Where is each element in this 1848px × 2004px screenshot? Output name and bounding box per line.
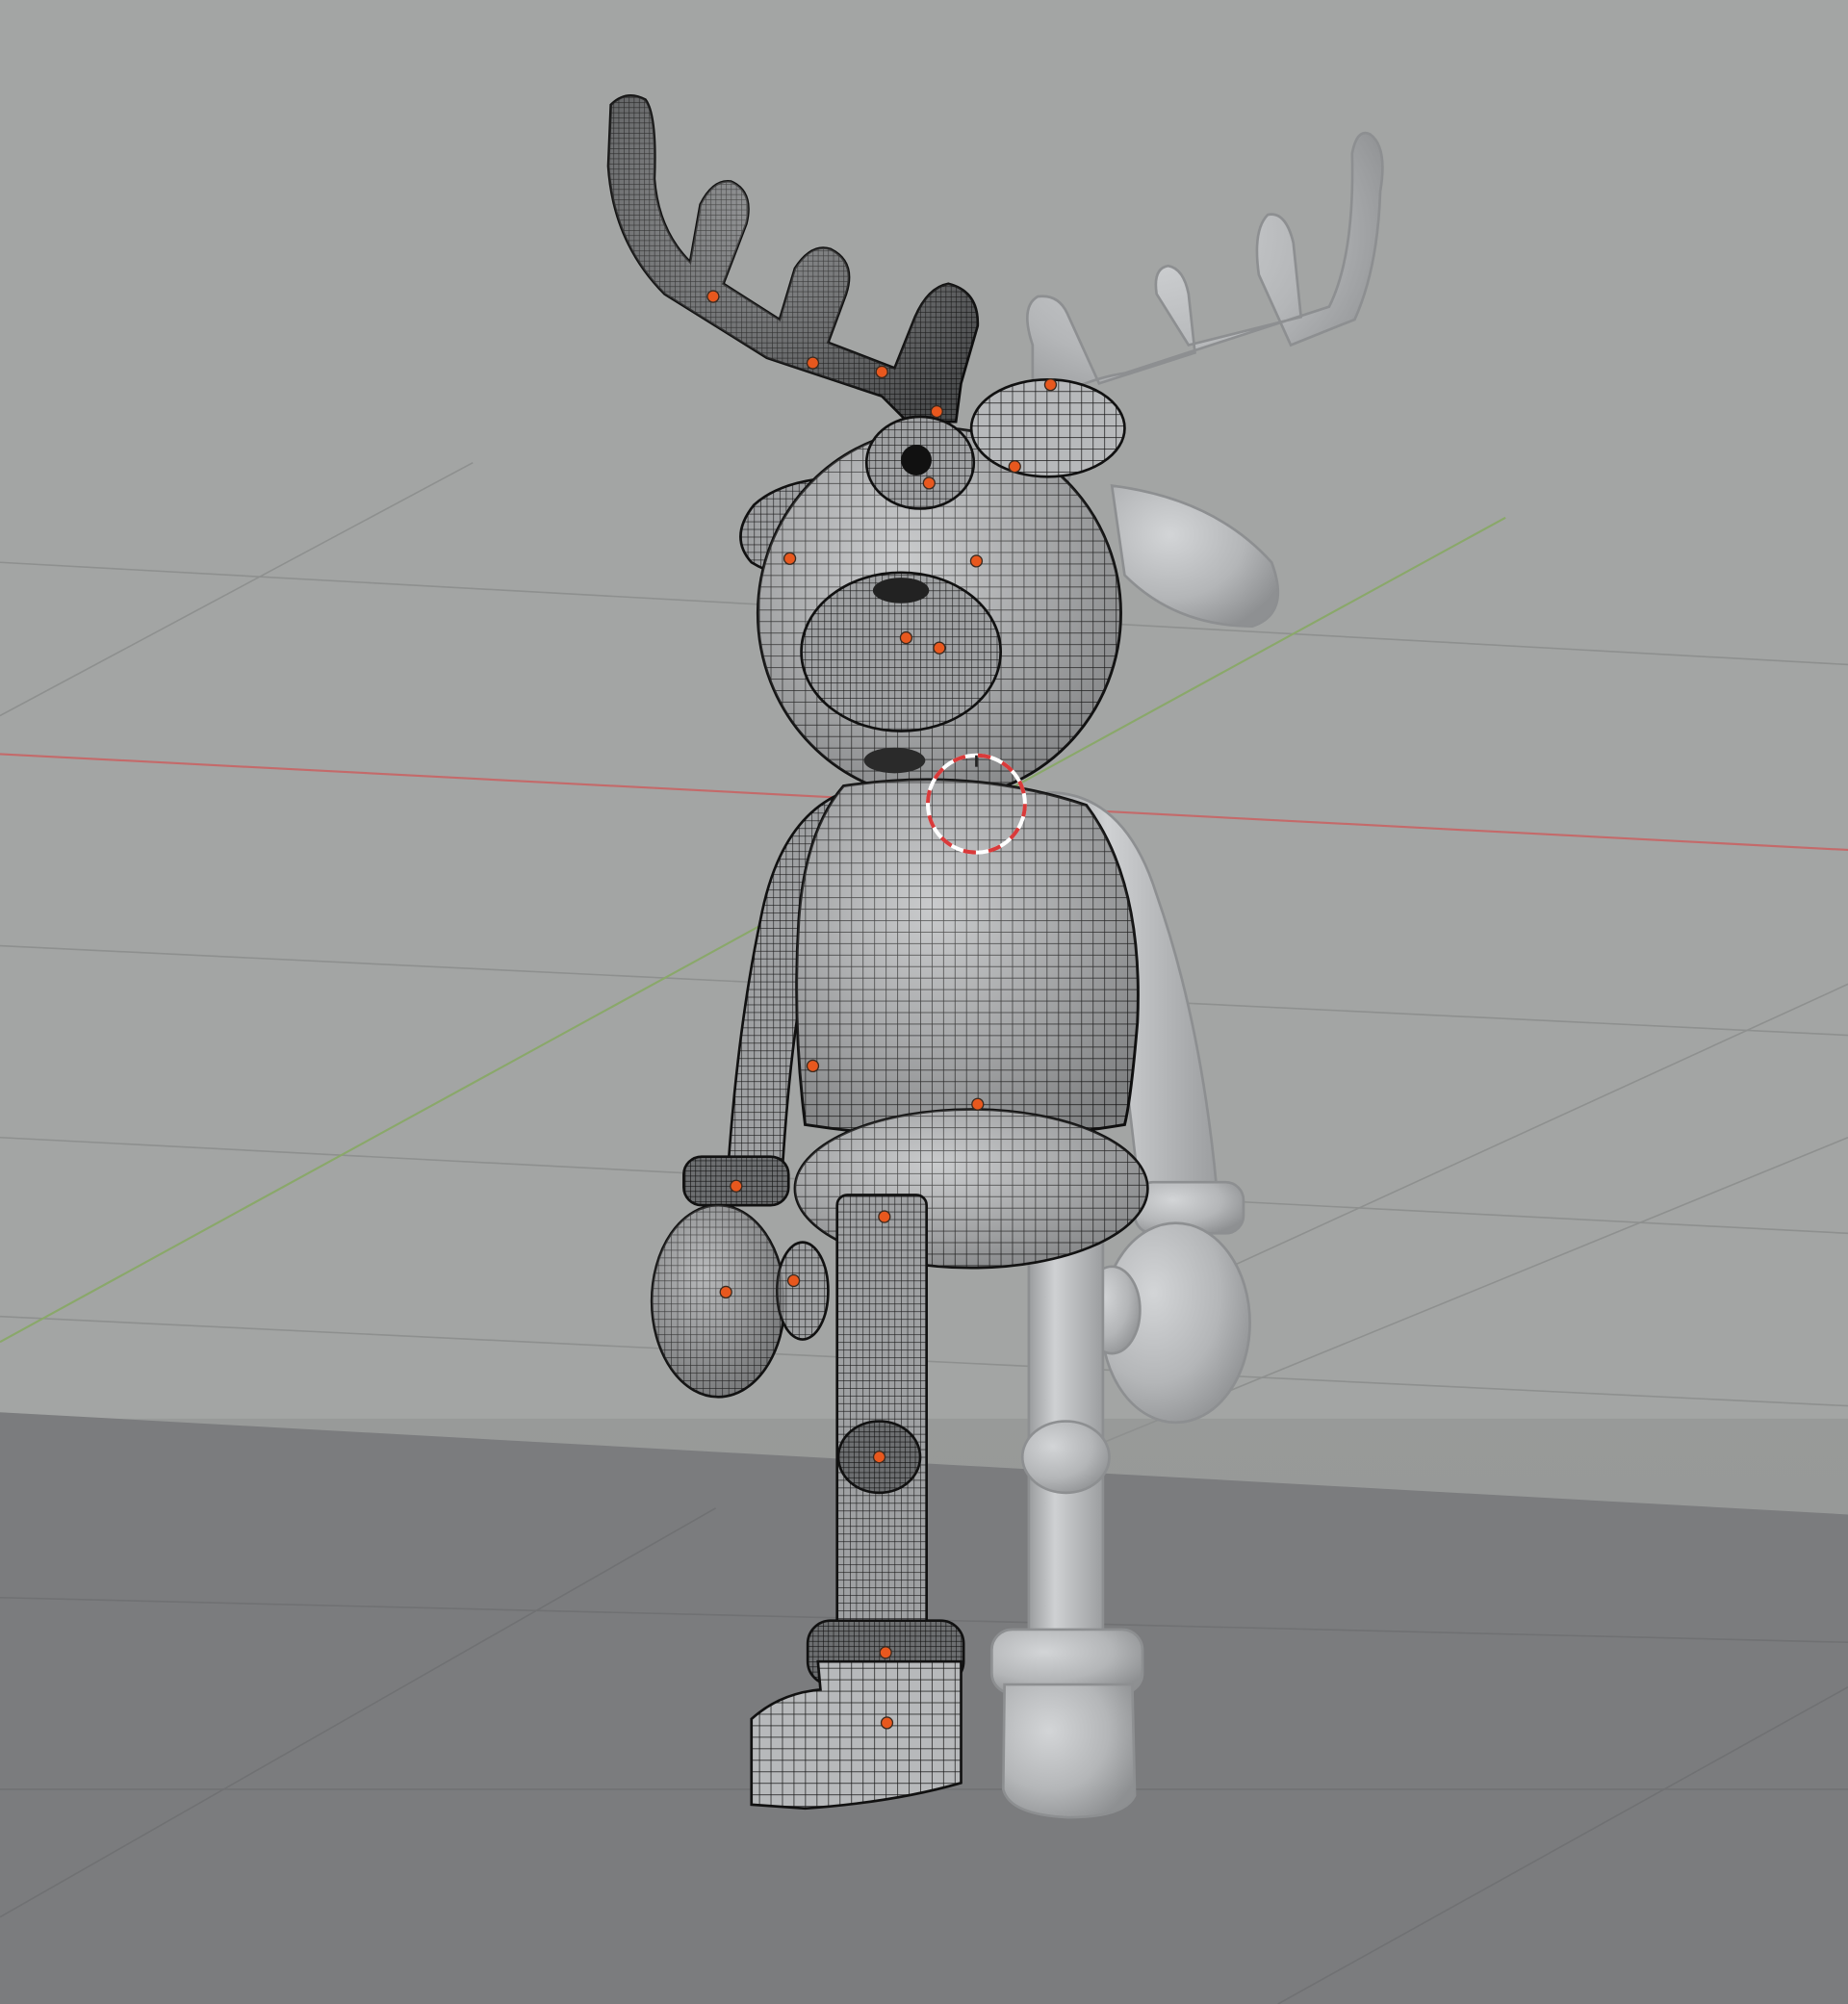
origin-point[interactable]	[971, 1097, 985, 1111]
nose-pole	[872, 578, 930, 604]
boot-right-solid[interactable]	[1001, 1683, 1137, 1819]
pupil-left	[901, 445, 932, 475]
origin-point[interactable]	[1043, 378, 1058, 392]
origin-point[interactable]	[875, 365, 888, 379]
origin-point[interactable]	[879, 1646, 892, 1659]
origin-point[interactable]	[933, 641, 946, 655]
head-top-wire[interactable]	[969, 378, 1126, 478]
origin-point[interactable]	[783, 552, 797, 565]
origin-point[interactable]	[786, 1273, 801, 1288]
origin-point[interactable]	[706, 290, 720, 303]
origin-point[interactable]	[806, 356, 820, 370]
mitten-shade	[652, 1205, 785, 1398]
origin-point[interactable]	[930, 404, 943, 419]
origin-point[interactable]	[878, 1210, 891, 1223]
origin-point[interactable]	[969, 554, 984, 568]
body-shade	[796, 779, 1139, 1138]
knee-right-solid[interactable]	[1020, 1420, 1111, 1495]
origin-point[interactable]	[1008, 460, 1021, 474]
origin-point[interactable]	[899, 630, 913, 645]
3d-viewport[interactable]	[0, 0, 1848, 2004]
origin-point[interactable]	[730, 1179, 743, 1193]
origin-point[interactable]	[719, 1285, 732, 1299]
viewport-canvas[interactable]	[0, 0, 1848, 2004]
origin-point[interactable]	[880, 1716, 894, 1730]
origin-point[interactable]	[922, 476, 936, 490]
thumb-left-wire[interactable]	[775, 1241, 830, 1341]
chin-pole	[863, 747, 926, 774]
origin-point[interactable]	[872, 1451, 886, 1464]
origin-point[interactable]	[806, 1059, 820, 1073]
